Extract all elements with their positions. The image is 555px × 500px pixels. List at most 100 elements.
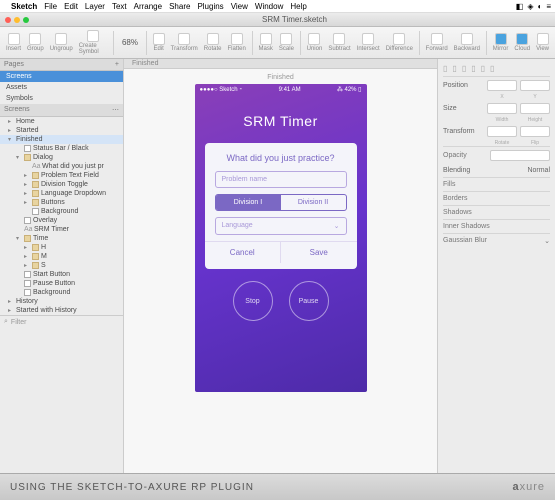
layer-row[interactable]: ▸History (0, 297, 123, 306)
menu-view[interactable]: View (231, 2, 248, 11)
cancel-button[interactable]: Cancel (205, 242, 282, 263)
layer-row[interactable]: ▾Time (0, 234, 123, 243)
menu-plugins[interactable]: Plugins (197, 2, 223, 11)
pos-x-field[interactable] (487, 80, 517, 91)
layer-row[interactable]: ▾Dialog (0, 153, 123, 162)
tb-scale[interactable]: Scale (277, 33, 296, 52)
layers-header: Screens⋯ (0, 104, 123, 117)
layer-row[interactable]: ▸S (0, 261, 123, 270)
blend-mode-select[interactable]: Normal (527, 167, 550, 174)
fills-section[interactable]: Fills (443, 177, 550, 191)
layer-row[interactable]: ▸Problem Text Field (0, 171, 123, 180)
division-2-option[interactable]: Division II (281, 195, 346, 210)
layers-menu-icon[interactable]: ⋯ (112, 106, 119, 114)
division-1-option[interactable]: Division I (216, 195, 281, 210)
tb-difference[interactable]: Difference (384, 33, 415, 52)
pos-y-field[interactable] (520, 80, 550, 91)
shadows-section[interactable]: Shadows (443, 205, 550, 219)
language-dropdown[interactable]: Language ⌄ (215, 217, 347, 235)
borders-section[interactable]: Borders (443, 191, 550, 205)
dialog-card: What did you just practice? Problem name… (205, 143, 357, 269)
layer-row[interactable]: Background (0, 207, 123, 216)
division-toggle[interactable]: Division I Division II (215, 194, 347, 211)
pages-header: Pages+ (0, 59, 123, 71)
tb-backward[interactable]: Backward (452, 33, 482, 52)
app-menu[interactable]: Sketch (11, 2, 37, 11)
dialog-heading: What did you just practice? (215, 153, 347, 163)
menu-arrange[interactable]: Arrange (134, 2, 162, 11)
inner-shadows-section[interactable]: Inner Shadows (443, 219, 550, 233)
menu-file[interactable]: File (44, 2, 57, 11)
layer-row[interactable]: ▸Division Toggle (0, 180, 123, 189)
flip-field[interactable] (520, 126, 550, 137)
tb-cloud[interactable]: Cloud (512, 33, 532, 52)
menu-help[interactable]: Help (290, 2, 306, 11)
stop-button[interactable]: Stop (233, 281, 273, 321)
layer-row[interactable]: Status Bar / Black (0, 144, 123, 153)
tb-edit[interactable]: Edit (151, 33, 167, 52)
canvas-area[interactable]: Finished Finished ●●●●○ Sketch ⁃ 9:41 AM… (124, 59, 437, 473)
tb-create-symbol[interactable]: Create Symbol (77, 30, 110, 55)
tb-rotate[interactable]: Rotate (202, 33, 224, 52)
menu-share[interactable]: Share (169, 2, 190, 11)
problem-name-field[interactable]: Problem name (215, 171, 347, 188)
macos-menubar: Sketch File Edit Layer Text Arrange Shar… (0, 0, 555, 13)
tb-mask[interactable]: Mask (257, 33, 275, 52)
tb-mirror[interactable]: Mirror (491, 33, 511, 52)
add-page-icon[interactable]: + (115, 61, 119, 68)
layer-row[interactable]: Overlay (0, 216, 123, 225)
chevron-down-icon: ⌄ (334, 222, 340, 230)
layer-row[interactable]: ▸Language Dropdown (0, 189, 123, 198)
minimize-window-button[interactable] (14, 17, 20, 23)
align-tools[interactable]: ▯▯▯▯▯▯ (443, 61, 550, 77)
page-assets[interactable]: Assets (0, 82, 123, 93)
artboard-label: Finished (267, 71, 293, 84)
layer-row[interactable]: ▸Started (0, 126, 123, 135)
layer-row[interactable]: Background (0, 288, 123, 297)
save-button[interactable]: Save (281, 242, 357, 263)
layer-row[interactable]: AaSRM Timer (0, 225, 123, 234)
layer-row[interactable]: ▸Started with History (0, 306, 123, 315)
tb-group[interactable]: Group (25, 33, 46, 52)
layer-row[interactable]: AaWhat did you just pr (0, 162, 123, 171)
artboard-tab[interactable]: Finished (124, 59, 437, 69)
opacity-slider[interactable] (490, 150, 550, 161)
tb-forward[interactable]: Forward (424, 33, 450, 52)
pause-button[interactable]: Pause (289, 281, 329, 321)
menu-window[interactable]: Window (255, 2, 283, 11)
layer-row[interactable]: Start Button (0, 270, 123, 279)
layer-row[interactable]: ▾Finished (0, 135, 123, 144)
menu-text[interactable]: Text (112, 2, 127, 11)
zoom-window-button[interactable] (23, 17, 29, 23)
layer-row[interactable]: ▸Home (0, 117, 123, 126)
position-label: Position (443, 82, 468, 89)
zoom-level[interactable]: 68% (118, 38, 142, 47)
phone-statusbar: ●●●●○ Sketch ⁃ 9:41 AM ⁂ 42% ▯ (195, 84, 367, 95)
layer-row[interactable]: ▸H (0, 243, 123, 252)
height-field[interactable] (520, 103, 550, 114)
menu-layer[interactable]: Layer (85, 2, 105, 11)
tb-view[interactable]: View (534, 33, 551, 52)
menu-edit[interactable]: Edit (64, 2, 78, 11)
page-symbols[interactable]: Symbols (0, 93, 123, 104)
tb-intersect[interactable]: Intersect (355, 33, 382, 52)
rotate-field[interactable] (487, 126, 517, 137)
close-window-button[interactable] (5, 17, 11, 23)
tb-transform[interactable]: Transform (169, 33, 200, 52)
transform-label: Transform (443, 128, 475, 135)
filter-bar[interactable]: ⌕Filter (0, 315, 123, 328)
tb-insert[interactable]: Insert (4, 33, 23, 52)
tb-union[interactable]: Union (305, 33, 325, 52)
layer-row[interactable]: ▸Buttons (0, 198, 123, 207)
layer-row[interactable]: Pause Button (0, 279, 123, 288)
page-screens[interactable]: Screens (0, 71, 123, 82)
width-field[interactable] (487, 103, 517, 114)
gaussian-blur-section[interactable]: Gaussian Blur ⌄ (443, 233, 550, 247)
layer-tree: ▸Home▸Started▾FinishedStatus Bar / Black… (0, 117, 123, 315)
tb-flatten[interactable]: Flatten (225, 33, 247, 52)
tb-ungroup[interactable]: Ungroup (48, 33, 75, 52)
artboard-phone[interactable]: ●●●●○ Sketch ⁃ 9:41 AM ⁂ 42% ▯ SRM Timer… (195, 84, 367, 392)
layer-row[interactable]: ▸M (0, 252, 123, 261)
tb-subtract[interactable]: Subtract (326, 33, 352, 52)
search-icon: ⌕ (4, 318, 8, 326)
